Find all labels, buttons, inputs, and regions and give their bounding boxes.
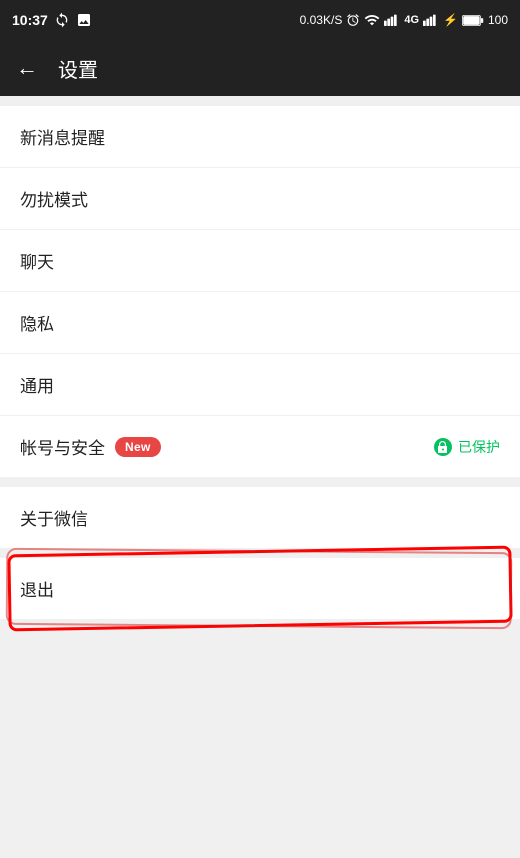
data-speed: 0.03K/S (300, 13, 343, 27)
settings-item-dnd[interactable]: 勿扰模式 (0, 168, 520, 230)
settings-item-about[interactable]: 关于微信 (0, 487, 520, 548)
about-label: 关于微信 (20, 505, 88, 530)
settings-section-logout: 退出 (0, 558, 520, 619)
settings-section-main: 新消息提醒 勿扰模式 聊天 隐私 通用 帐号与安全 New (0, 106, 520, 477)
lock-icon (434, 438, 452, 456)
protected-text: 已保护 (458, 437, 500, 457)
settings-section-about: 关于微信 (0, 487, 520, 548)
notifications-label: 新消息提醒 (20, 124, 105, 149)
battery-icon (462, 14, 484, 27)
account-label: 帐号与安全 (20, 434, 105, 459)
settings-item-account[interactable]: 帐号与安全 New 已保护 (0, 416, 520, 477)
status-bar-left: 10:37 (12, 12, 92, 28)
status-time: 10:37 (12, 12, 48, 28)
settings-item-privacy[interactable]: 隐私 (0, 292, 520, 354)
settings-item-notifications[interactable]: 新消息提醒 (0, 106, 520, 168)
status-bar: 10:37 0.03K/S 4G (0, 0, 520, 40)
new-badge: New (115, 437, 161, 457)
dnd-label: 勿扰模式 (20, 186, 88, 211)
nav-bar: ← 设置 (0, 40, 520, 96)
sync-icon (54, 12, 70, 28)
signal-icon (384, 13, 400, 27)
back-button[interactable]: ← (16, 55, 38, 81)
alarm-icon (346, 13, 360, 27)
settings-content: 新消息提醒 勿扰模式 聊天 隐私 通用 帐号与安全 New (0, 96, 520, 619)
logout-item[interactable]: 退出 (0, 558, 520, 619)
settings-item-general[interactable]: 通用 (0, 354, 520, 416)
chat-label: 聊天 (20, 248, 54, 273)
bolt-icon: ⚡ (443, 13, 458, 27)
wifi-icon (364, 12, 380, 28)
status-bar-right: 0.03K/S 4G ⚡ (300, 12, 508, 28)
page-title: 设置 (58, 54, 98, 83)
image-icon (76, 12, 92, 28)
signal-bars-icon (423, 13, 439, 27)
privacy-label: 隐私 (20, 310, 54, 335)
general-label: 通用 (20, 372, 54, 397)
settings-item-chat[interactable]: 聊天 (0, 230, 520, 292)
4g-icon: 4G (404, 14, 419, 26)
logout-label: 退出 (20, 581, 54, 600)
battery-level: 100 (488, 13, 508, 27)
